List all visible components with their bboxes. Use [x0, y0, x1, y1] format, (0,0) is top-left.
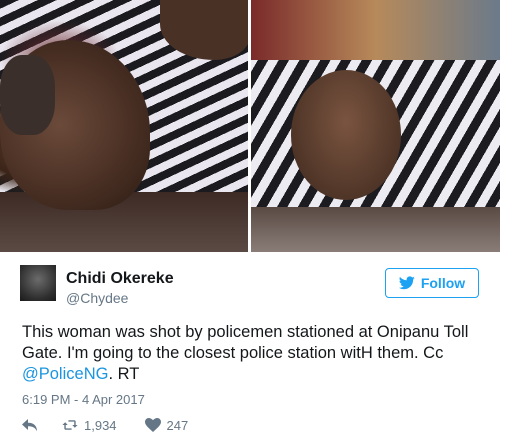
mention-link[interactable]: @PoliceNG	[22, 365, 108, 383]
tweet-text-part2: . RT	[108, 365, 140, 383]
retweet-button[interactable]: 1,934	[62, 418, 117, 433]
twitter-bird-icon	[398, 276, 415, 290]
reply-icon	[22, 419, 37, 432]
follow-button[interactable]: Follow	[385, 268, 479, 298]
tweet-media	[0, 0, 500, 252]
tweet-text: This woman was shot by policemen station…	[22, 322, 502, 385]
author-name[interactable]: Chidi Okereke	[66, 270, 174, 288]
author-handle[interactable]: @Chydee	[66, 290, 128, 306]
follow-button-label: Follow	[420, 275, 466, 291]
retweet-count: 1,934	[84, 417, 117, 433]
tweet-photo-1[interactable]	[0, 0, 248, 252]
tweet-card: Chidi Okereke @Chydee Follow This woman …	[0, 0, 517, 446]
like-count: 247	[166, 417, 189, 433]
author-avatar[interactable]	[20, 265, 56, 301]
heart-icon	[144, 418, 161, 432]
tweet-actions: 1,934 247	[22, 416, 188, 434]
tweet-text-part1: This woman was shot by policemen station…	[22, 323, 469, 362]
retweet-icon	[62, 420, 78, 430]
tweet-photo-2[interactable]	[251, 0, 500, 252]
tweet-timestamp[interactable]: 6:19 PM - 4 Apr 2017	[22, 392, 145, 407]
reply-button[interactable]	[22, 418, 38, 432]
like-button[interactable]: 247	[144, 417, 189, 433]
